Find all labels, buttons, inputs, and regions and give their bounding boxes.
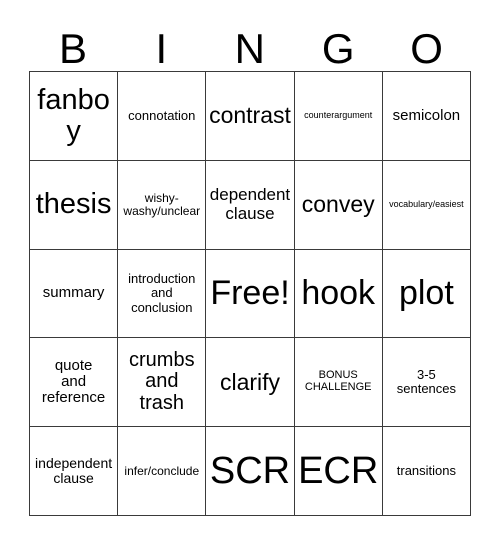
bingo-cell-b1[interactable]: fanboy: [30, 72, 119, 161]
bingo-cell-i3[interactable]: introduction and conclusion: [118, 249, 207, 339]
bingo-cell-b3[interactable]: summary: [30, 249, 119, 339]
bingo-cell-label: crumbs and trash: [129, 348, 195, 415]
bingo-cell-label: ECR: [298, 449, 379, 492]
bingo-cell-label: connotation: [128, 107, 196, 123]
bingo-cell-n1[interactable]: contrast: [206, 72, 295, 161]
bingo-cell-g2[interactable]: convey: [294, 160, 383, 250]
bingo-header-letter-b: B: [58, 25, 88, 72]
bingo-cell-label: thesis: [35, 188, 112, 221]
bingo-cell-label: transitions: [396, 463, 457, 479]
bingo-cell-b5[interactable]: independent clause: [30, 427, 119, 516]
bingo-cell-label: 3-5 sentences: [396, 367, 457, 397]
bingo-cell-g1[interactable]: counterargument: [294, 72, 383, 161]
bingo-header-letter-o: O: [410, 25, 444, 72]
bingo-card: B I N G O fanboy connotation contrast co…: [29, 14, 471, 516]
bingo-cell-label: BONUS CHALLENGE: [304, 369, 372, 394]
bingo-cell-label: hook: [301, 274, 376, 313]
bingo-cell-label: introduction and conclusion: [128, 271, 196, 315]
bingo-cell-label: plot: [398, 274, 454, 313]
bingo-grid: fanboy connotation contrast counterargum…: [29, 71, 471, 516]
bingo-cell-i2[interactable]: wishy- washy/unclear: [118, 160, 207, 250]
bingo-header-letter-g: G: [321, 25, 355, 72]
bingo-cell-b4[interactable]: quote and reference: [30, 338, 119, 428]
bingo-cell-n2[interactable]: dependent clause: [206, 160, 295, 250]
bingo-cell-b2[interactable]: thesis: [30, 160, 119, 250]
bingo-cell-label: summary: [42, 284, 105, 302]
bingo-cell-label: semicolon: [392, 106, 461, 124]
bingo-cell-label: wishy- washy/unclear: [123, 190, 201, 218]
bingo-cell-label: quote and reference: [41, 357, 106, 407]
bingo-cell-label: Free!: [210, 274, 290, 313]
bingo-cell-label: infer/conclude: [124, 463, 200, 478]
bingo-cell-label: fanboy: [37, 83, 110, 147]
bingo-cell-o3[interactable]: plot: [382, 249, 471, 339]
bingo-cell-g5[interactable]: ECR: [294, 427, 383, 516]
bingo-cell-label: SCR: [209, 449, 291, 492]
bingo-header: B I N G O: [29, 14, 471, 71]
bingo-header-letter-i: I: [155, 25, 168, 72]
bingo-cell-g3[interactable]: hook: [294, 249, 383, 339]
bingo-cell-label: vocabulary/easiest: [389, 198, 464, 209]
bingo-cell-g4[interactable]: BONUS CHALLENGE: [294, 338, 383, 428]
bingo-cell-n5[interactable]: SCR: [206, 427, 295, 516]
bingo-cell-i4[interactable]: crumbs and trash: [118, 338, 207, 428]
bingo-cell-label: convey: [301, 191, 375, 218]
bingo-cell-i5[interactable]: infer/conclude: [118, 427, 207, 516]
bingo-cell-o4[interactable]: 3-5 sentences: [382, 338, 471, 428]
bingo-cell-o2[interactable]: vocabulary/easiest: [382, 160, 471, 250]
bingo-cell-n4[interactable]: clarify: [206, 338, 295, 428]
bingo-cell-label: clarify: [219, 368, 281, 395]
bingo-header-letter-n: N: [234, 25, 266, 72]
bingo-cell-o1[interactable]: semicolon: [382, 72, 471, 161]
bingo-cell-free-space[interactable]: Free!: [206, 249, 295, 339]
bingo-cell-label: independent clause: [35, 454, 113, 487]
bingo-cell-label: contrast: [209, 102, 291, 129]
bingo-cell-i1[interactable]: connotation: [118, 72, 207, 161]
bingo-cell-label: dependent clause: [209, 185, 291, 223]
bingo-cell-label: counterargument: [304, 110, 373, 121]
bingo-cell-o5[interactable]: transitions: [382, 427, 471, 516]
